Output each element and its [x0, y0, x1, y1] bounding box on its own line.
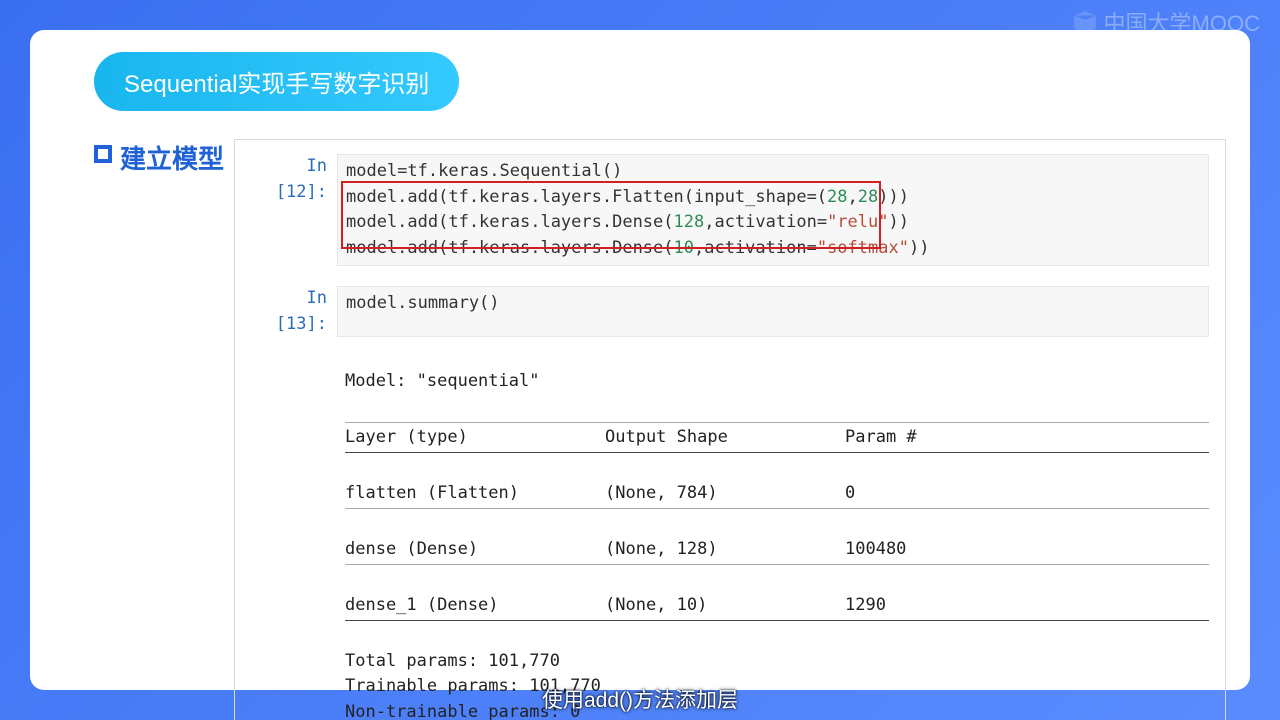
summary-row: dense_1 (Dense)(None, 10)1290: [345, 593, 1209, 619]
model-name-line: Model: "sequential": [345, 371, 539, 391]
summary-row: dense (Dense)(None, 128)100480: [345, 537, 1209, 563]
square-bullet-icon: [94, 145, 112, 163]
code-cell-13: In [13]: model.summary(): [251, 286, 1209, 337]
watermark-text: 中国大学MOOC: [1104, 6, 1260, 38]
mooc-logo-icon: [1072, 11, 1098, 33]
code-cell-12: In [12]: model=tf.keras.Sequential() mod…: [251, 154, 1209, 266]
cell-prompt: In [12]:: [251, 154, 337, 266]
notebook-panel: In [12]: model=tf.keras.Sequential() mod…: [234, 139, 1226, 720]
code-input: model=tf.keras.Sequential() model.add(tf…: [337, 154, 1209, 266]
slide-card: Sequential实现手写数字识别 建立模型 In [12]: model=t…: [30, 30, 1250, 690]
summary-header: Layer (type)Output ShapeParam #: [345, 425, 1209, 451]
output-cell: Model: "sequential" Layer (type)Output S…: [251, 343, 1209, 720]
subtitle-caption: 使用add()方法添加层: [0, 684, 1280, 714]
section-heading: 建立模型: [54, 139, 234, 720]
summary-row: flatten (Flatten)(None, 784)0: [345, 481, 1209, 507]
section-heading-text: 建立模型: [120, 139, 224, 176]
watermark: 中国大学MOOC: [1072, 6, 1260, 38]
code-input: model.summary(): [337, 286, 1209, 337]
total-params: Total params: 101,770: [345, 651, 560, 671]
model-summary-output: Model: "sequential" Layer (type)Output S…: [337, 343, 1209, 720]
cell-prompt: In [13]:: [251, 286, 337, 337]
slide-title-pill: Sequential实现手写数字识别: [94, 52, 459, 111]
